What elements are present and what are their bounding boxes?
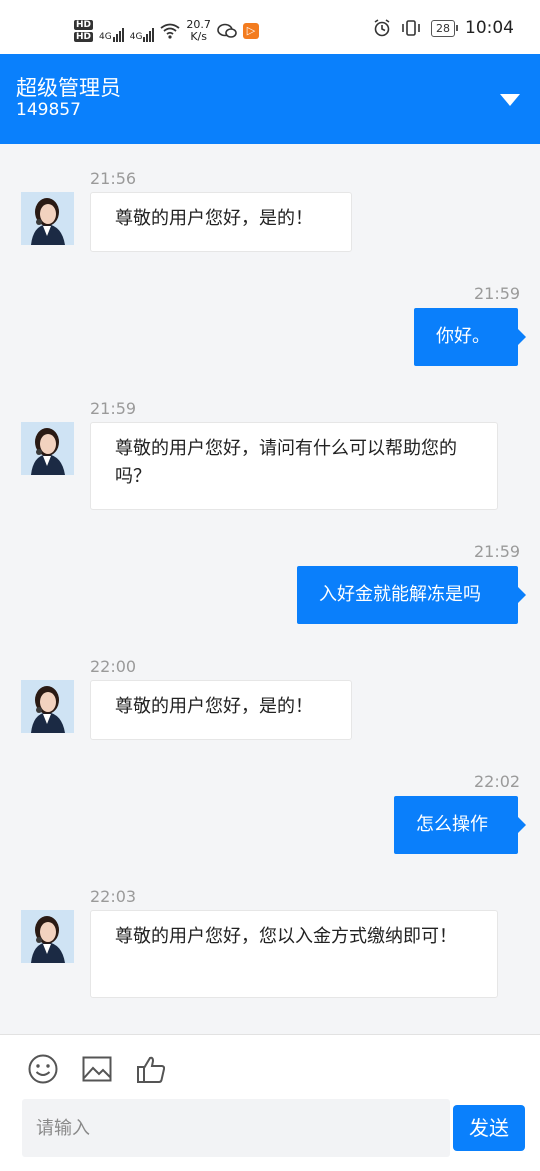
battery-icon: 28 (431, 19, 458, 37)
agent-avatar (21, 680, 74, 733)
message-time: 21:59 (474, 542, 521, 561)
image-icon[interactable] (81, 1053, 113, 1085)
agent-avatar (21, 192, 74, 245)
send-button[interactable]: 发送 (453, 1105, 525, 1151)
video-app-icon: ▷ (242, 23, 259, 39)
hd-indicator: HD HD (74, 20, 94, 42)
signal-icon: 4G (99, 20, 124, 42)
incoming-message: 尊敬的用户您好，是的！ (90, 192, 352, 252)
message-list[interactable]: 21:56 尊敬的用户您好，是的！ 21:59 你好。 21:59 尊敬的用户您… (0, 144, 540, 1034)
thumbs-up-icon[interactable] (135, 1053, 167, 1085)
message-time: 22:00 (90, 657, 137, 676)
status-left: HD HD 4G 4G 20.7 K/s ▷ (74, 14, 259, 48)
message-input[interactable] (22, 1099, 450, 1157)
hd-label-2: HD (74, 32, 94, 42)
emoji-icon[interactable] (27, 1053, 59, 1085)
dropdown-caret-icon[interactable] (500, 94, 520, 106)
status-right: 28 10:04 (373, 18, 514, 38)
chat-header: 超级管理员 149857 (0, 54, 540, 144)
message-time: 21:59 (474, 284, 521, 303)
wifi-icon (160, 23, 180, 39)
message-time: 22:03 (90, 887, 137, 906)
alarm-icon (374, 19, 390, 37)
incoming-message: 尊敬的用户您好，请问有什么可以帮助您的吗？ (90, 422, 498, 510)
net-speed: 20.7 K/s (186, 19, 211, 43)
agent-avatar (21, 910, 74, 963)
signal-icon-2: 4G (130, 20, 155, 42)
message-time: 22:02 (474, 772, 521, 791)
composer-bar: 发送 (0, 1034, 540, 1171)
outgoing-message: 入好金就能解冻是吗 (297, 566, 526, 624)
net-label-1: 4G (99, 32, 112, 42)
clock: 10:04 (465, 18, 514, 38)
contact-id: 149857 (16, 100, 81, 120)
net-speed-unit: K/s (190, 30, 207, 43)
vibrate-icon (402, 20, 420, 36)
hd-label-1: HD (74, 20, 94, 30)
message-time: 21:56 (90, 169, 137, 188)
outgoing-message: 怎么操作 (394, 796, 526, 854)
incoming-message: 尊敬的用户您好，您以入金方式缴纳即可！ (90, 910, 498, 998)
message-input-wrapper (22, 1099, 450, 1157)
incoming-message: 尊敬的用户您好，是的！ (90, 680, 352, 740)
status-bar: HD HD 4G 4G 20.7 K/s ▷ 28 10:04 (0, 0, 540, 54)
contact-name: 超级管理员 (16, 76, 121, 100)
message-time: 21:59 (90, 399, 137, 418)
agent-avatar (21, 422, 74, 475)
outgoing-message: 你好。 (414, 308, 526, 366)
net-label-2: 4G (129, 32, 143, 42)
chat-app-icon (217, 23, 237, 38)
